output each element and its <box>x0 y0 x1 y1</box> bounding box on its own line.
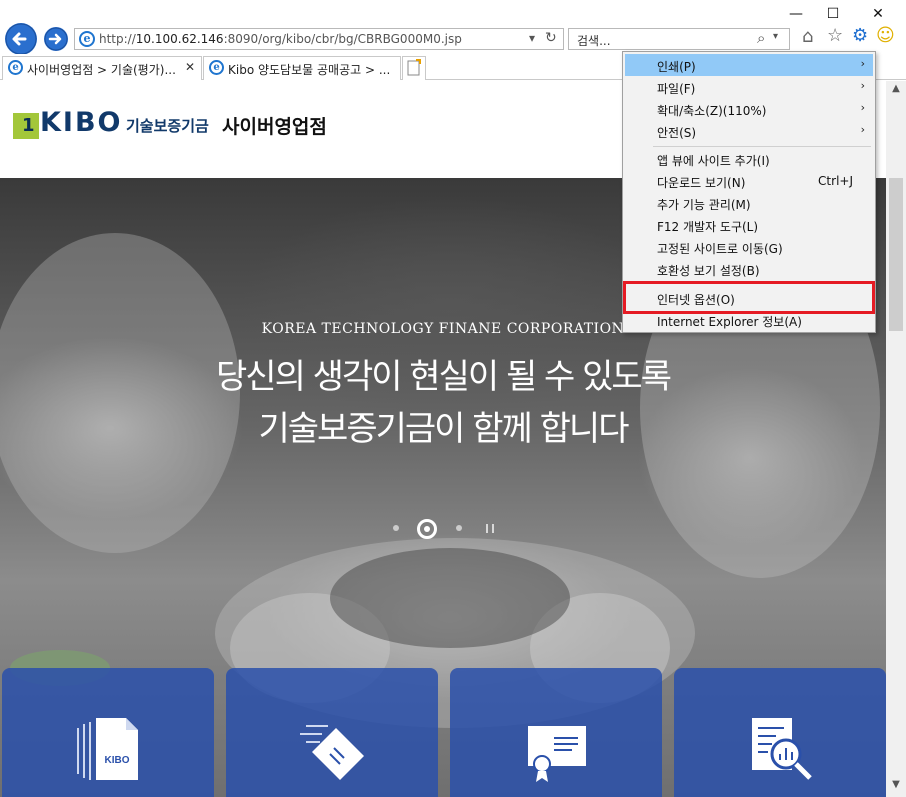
ie-tab-icon: e <box>8 60 23 75</box>
highlight-box <box>623 281 875 314</box>
arrow-right-icon <box>44 27 68 51</box>
carousel-dot[interactable] <box>456 525 462 531</box>
new-tab-icon <box>407 59 421 76</box>
pause-icon[interactable] <box>486 524 494 533</box>
favorites-icon[interactable]: ☆ <box>827 25 843 46</box>
menu-item-file[interactable]: 파일(F) › <box>625 76 873 98</box>
vertical-scrollbar[interactable]: ▲ ▼ <box>886 81 906 797</box>
menu-item-print[interactable]: 인쇄(P) › <box>625 54 873 76</box>
close-button[interactable]: ✕ <box>858 3 898 25</box>
menu-item-label: 앱 뷰에 사이트 추가(I) <box>657 154 770 168</box>
service-card-3[interactable] <box>450 668 662 797</box>
scrollbar-thumb[interactable] <box>889 178 903 331</box>
service-card-4[interactable] <box>674 668 886 797</box>
maximize-button[interactable]: ☐ <box>813 3 853 25</box>
tab-label: Kibo 양도담보물 공매공고 > ... <box>228 63 391 77</box>
menu-item-label: 인쇄(P) <box>657 60 696 74</box>
new-tab-button[interactable] <box>402 56 426 80</box>
search-box[interactable]: 검색... ⌕ ▾ <box>568 28 790 50</box>
url-path: :8090/org/kibo/cbr/bg/CBRBG000M0.jsp <box>223 32 462 46</box>
hero-subheadline: 기술보증기금이 함께 합니다 <box>258 409 630 449</box>
submenu-arrow-icon: › <box>860 123 865 136</box>
chevron-down-icon[interactable]: ▾ <box>529 31 535 45</box>
tab-label: 사이버영업점 > 기술(평가)... <box>27 63 176 77</box>
menu-item-manage-addons[interactable]: 추가 기능 관리(M) <box>625 192 873 214</box>
kibo-logo-korean: 기술보증기금 <box>126 117 209 135</box>
search-icon[interactable]: ⌕ <box>757 29 765 47</box>
menu-item-compatibility-view[interactable]: 호환성 보기 설정(B) <box>625 258 873 280</box>
url-text[interactable]: http://10.100.62.146:8090/org/kibo/cbr/b… <box>99 32 462 46</box>
menu-item-label: 고정된 사이트로 이동(G) <box>657 242 783 256</box>
menu-item-label: 다운로드 보기(N) <box>657 176 746 190</box>
back-button[interactable] <box>5 23 37 55</box>
home-icon[interactable]: ⌂ <box>802 26 813 47</box>
menu-item-pinned-sites[interactable]: 고정된 사이트로 이동(G) <box>625 236 873 258</box>
forward-button[interactable] <box>44 27 68 51</box>
url-host: 10.100.62.146 <box>135 32 224 46</box>
certificate-icon <box>528 726 586 782</box>
kibo-badge-text: KIBO <box>105 755 130 766</box>
submenu-arrow-icon: › <box>860 101 865 114</box>
menu-item-safety[interactable]: 안전(S) › <box>625 120 873 142</box>
document-kibo-icon: KIBO <box>77 718 138 780</box>
service-card-2[interactable] <box>226 668 438 797</box>
url-prefix: http:// <box>99 32 136 46</box>
report-search-icon <box>752 718 812 780</box>
menu-item-label: F12 개발자 도구(L) <box>657 220 759 234</box>
kibo-logo[interactable]: KIBO <box>40 107 123 138</box>
refresh-icon[interactable]: ↻ <box>545 30 557 46</box>
arrow-left-icon <box>5 23 37 55</box>
minimize-button[interactable]: — <box>776 3 816 25</box>
menu-item-label: 확대/축소(Z)(110%) <box>657 104 767 118</box>
menu-item-shortcut: Ctrl+J <box>818 174 853 188</box>
gear-icon[interactable]: ⚙ <box>852 25 868 46</box>
service-card-1[interactable]: KIBO <box>2 668 214 797</box>
address-bar[interactable]: e http://10.100.62.146:8090/org/kibo/cbr… <box>74 28 564 50</box>
hero-headline: 당신의 생각이 현실이 될 수 있도록 <box>216 357 672 397</box>
menu-item-label: 호환성 보기 설정(B) <box>657 264 760 278</box>
scroll-down-icon[interactable]: ▼ <box>886 779 906 790</box>
ie-tab-icon: e <box>209 60 224 75</box>
close-tab-icon[interactable]: ✕ <box>185 60 195 74</box>
smiley-icon[interactable]: ☺ <box>876 25 895 46</box>
site-title: 사이버영업점 <box>222 116 327 138</box>
menu-separator <box>653 146 871 147</box>
submenu-arrow-icon: › <box>860 79 865 92</box>
tab-auction-notice[interactable]: e Kibo 양도담보물 공매공고 > ... <box>203 56 401 80</box>
tab-cyber-branch[interactable]: e 사이버영업점 > 기술(평가)... ✕ <box>2 56 202 80</box>
scroll-up-icon[interactable]: ▲ <box>886 83 906 94</box>
menu-item-label: 파일(F) <box>657 82 696 96</box>
ie-page-icon: e <box>79 31 95 47</box>
title-bar: — ☐ ✕ <box>0 0 906 24</box>
menu-item-add-site-to-apps[interactable]: 앱 뷰에 사이트 추가(I) <box>625 148 873 170</box>
carousel-pager <box>390 516 510 540</box>
kibo-logo-mark[interactable]: 1 <box>13 113 39 139</box>
signature-document-icon <box>300 725 364 780</box>
carousel-dot-active[interactable] <box>417 519 437 539</box>
menu-item-developer-tools[interactable]: F12 개발자 도구(L) <box>625 214 873 236</box>
search-input[interactable]: 검색... <box>577 32 611 49</box>
search-dropdown-icon[interactable]: ▾ <box>773 31 778 42</box>
carousel-dot[interactable] <box>393 525 399 531</box>
address-toolbar: e http://10.100.62.146:8090/org/kibo/cbr… <box>0 23 906 55</box>
menu-item-view-downloads[interactable]: 다운로드 보기(N) Ctrl+J <box>625 170 873 192</box>
logo-mark-text: 1 <box>22 115 35 136</box>
menu-item-zoom[interactable]: 확대/축소(Z)(110%) › <box>625 98 873 120</box>
submenu-arrow-icon: › <box>860 57 865 70</box>
menu-item-label: Internet Explorer 정보(A) <box>657 315 802 329</box>
menu-item-label: 추가 기능 관리(M) <box>657 198 751 212</box>
menu-item-label: 안전(S) <box>657 126 697 140</box>
